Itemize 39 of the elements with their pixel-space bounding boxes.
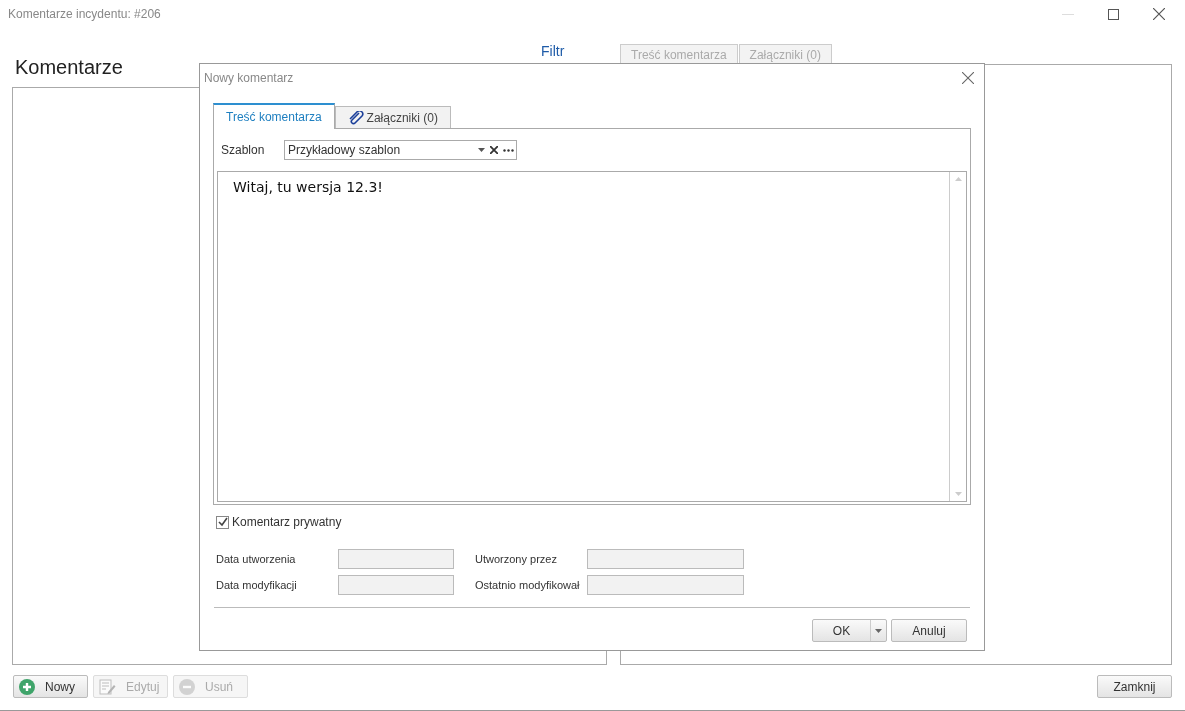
comment-text: Witaj, tu wersja 12.3! [232, 178, 384, 197]
toolbar-button[interactable]: Nowy [13, 675, 88, 698]
dialog-title: Nowy komentarz [204, 70, 294, 87]
plus-icon [19, 678, 35, 695]
dropdown-arrow-icon [875, 628, 882, 633]
minimize-icon[interactable] [1062, 13, 1074, 15]
check-icon [217, 517, 228, 527]
scroll-up-icon [954, 177, 962, 181]
input-field[interactable] [338, 549, 454, 569]
field-label: Data utworzenia [216, 551, 297, 567]
input-field[interactable] [338, 575, 454, 595]
paperclip-icon [347, 110, 364, 125]
minus-icon [179, 678, 195, 695]
clear-icon [490, 146, 498, 154]
template-dropdown[interactable]: Przykładowy szablon [284, 140, 517, 160]
tab[interactable]: Treść komentarza [213, 103, 335, 129]
maximize-icon[interactable] [1108, 8, 1119, 20]
close-button[interactable]: Zamknij [1097, 675, 1172, 698]
field-label: Utworzony przez [475, 551, 558, 567]
ok-split-button[interactable]: OK [812, 619, 887, 642]
document-pencil-icon [99, 678, 116, 695]
cancel-button[interactable]: Anuluj [891, 619, 967, 642]
tab[interactable]: Załączniki (0) [334, 106, 451, 128]
field-label: Data modyfikacji [216, 577, 298, 593]
input-field[interactable] [587, 575, 744, 595]
checkbox[interactable] [216, 515, 229, 529]
checkbox-label: Komentarz prywatny [232, 514, 342, 531]
input-field[interactable] [587, 549, 744, 569]
template-label: Szablon [221, 142, 266, 159]
filter-label: Filtr [541, 42, 565, 60]
scroll-down-icon [954, 492, 962, 496]
more-icon [503, 148, 514, 152]
close-icon[interactable] [1153, 8, 1165, 20]
close-icon[interactable] [962, 72, 974, 84]
field-label: Ostatnio modyfikował [475, 577, 581, 593]
comment-editor[interactable]: Witaj, tu wersja 12.3! [217, 171, 967, 502]
section-heading: Komentarze [15, 55, 123, 80]
dropdown-arrow-icon [478, 148, 485, 152]
window-title: Komentarze incydentu: #206 [8, 6, 161, 23]
